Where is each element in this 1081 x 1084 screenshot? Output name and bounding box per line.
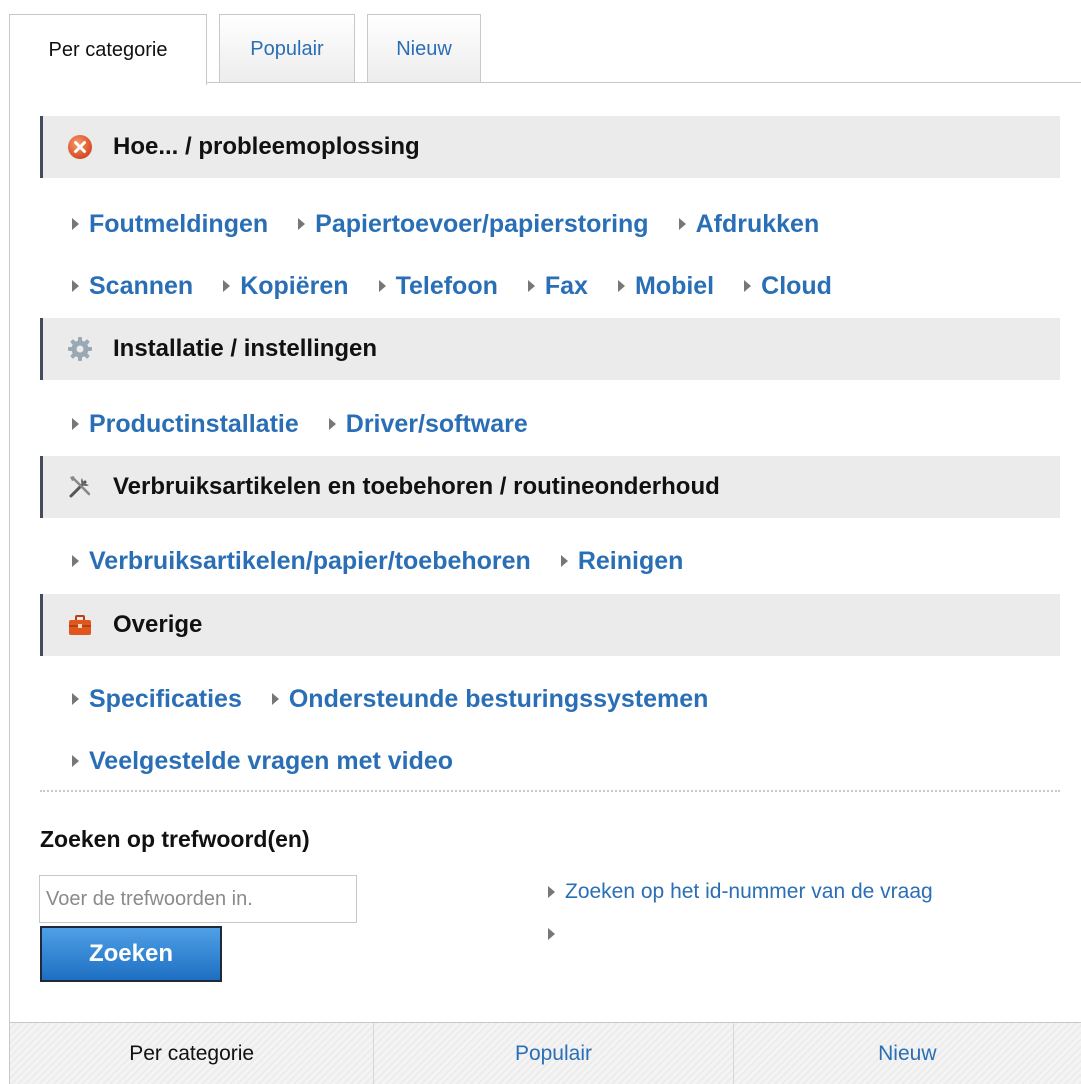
link-foutmeldingen[interactable]: Foutmeldingen	[72, 210, 268, 239]
arrow-right-icon	[560, 555, 568, 567]
content-border	[9, 84, 10, 1084]
arrow-right-icon	[527, 280, 535, 292]
tab-populair[interactable]: Populair	[219, 14, 355, 83]
arrow-right-icon	[72, 218, 79, 230]
arrow-right-icon	[72, 555, 79, 567]
link-afdrukken[interactable]: Afdrukken	[678, 210, 819, 239]
link-driver-software[interactable]: Driver/software	[328, 410, 528, 439]
section-title: Overige	[113, 611, 203, 638]
arrow-right-icon	[72, 693, 79, 705]
tab-nieuw[interactable]: Nieuw	[367, 14, 481, 83]
arrow-right-icon	[298, 218, 306, 230]
link-search-by-id[interactable]: Zoeken op het id-nummer van de vraag	[548, 880, 933, 904]
arrow-right-icon	[72, 280, 79, 292]
link-productinstallatie[interactable]: Productinstallatie	[72, 410, 299, 439]
toolbox-icon	[69, 615, 91, 635]
arrow-right-icon	[223, 280, 231, 292]
section-header-installation: Installatie / instellingen	[40, 318, 1060, 380]
link-kopieren[interactable]: Kopiëren	[223, 272, 349, 301]
link-row: Verbruiksartikelen/papier/toebehoren Rei…	[72, 541, 713, 581]
tab-bar: Per categorie Populair Nieuw	[0, 0, 1081, 85]
section-title: Verbruiksartikelen en toebehoren / routi…	[113, 473, 720, 500]
arrow-right-icon	[72, 755, 79, 767]
tab-divider	[207, 82, 1081, 83]
arrow-right-icon	[72, 418, 79, 430]
search-title: Zoeken op trefwoord(en)	[40, 826, 310, 852]
bottom-tab-bar: Per categorie Populair Nieuw	[10, 1022, 1081, 1084]
section-header-troubleshooting: Hoe... / probleemoplossing	[40, 116, 1060, 178]
section-header-overige: Overige	[40, 594, 1060, 656]
section-header-supplies: Verbruiksartikelen en toebehoren / routi…	[40, 456, 1060, 518]
link-mobiel[interactable]: Mobiel	[617, 272, 714, 301]
gear-icon	[68, 337, 92, 361]
link-row: Veelgestelde vragen met video	[72, 741, 483, 781]
search-input[interactable]	[39, 875, 357, 923]
section-title: Installatie / instellingen	[113, 335, 378, 362]
arrow-right-icon	[328, 418, 336, 430]
link-besturingssystemen[interactable]: Ondersteunde besturingssystemen	[271, 685, 708, 714]
arrow-right-icon	[678, 218, 686, 230]
link-empty[interactable]	[548, 928, 565, 940]
arrow-right-icon	[744, 280, 752, 292]
tab-per-categorie[interactable]: Per categorie	[9, 14, 207, 85]
link-telefoon[interactable]: Telefoon	[378, 272, 498, 301]
link-scannen[interactable]: Scannen	[72, 272, 193, 301]
link-verbruiksartikelen[interactable]: Verbruiksartikelen/papier/toebehoren	[72, 547, 531, 576]
arrow-right-icon	[271, 693, 279, 705]
link-row: Foutmeldingen Papiertoevoer/papierstorin…	[72, 204, 849, 244]
divider	[40, 790, 1060, 792]
link-fax[interactable]: Fax	[527, 272, 588, 301]
link-specificaties[interactable]: Specificaties	[72, 685, 242, 714]
link-cloud[interactable]: Cloud	[744, 272, 832, 301]
link-video-faq[interactable]: Veelgestelde vragen met video	[72, 747, 453, 776]
arrow-right-icon	[548, 928, 555, 940]
link-row: Specificaties Ondersteunde besturingssys…	[72, 679, 738, 719]
arrow-right-icon	[617, 280, 625, 292]
arrow-right-icon	[378, 280, 386, 292]
search-button[interactable]: Zoeken	[40, 926, 222, 982]
link-papiertoevoer[interactable]: Papiertoevoer/papierstoring	[298, 210, 649, 239]
error-icon	[68, 135, 92, 159]
link-reinigen[interactable]: Reinigen	[560, 547, 683, 576]
tools-icon	[69, 476, 91, 498]
bottom-tab-populair[interactable]: Populair	[374, 1023, 734, 1084]
arrow-right-icon	[548, 886, 555, 898]
bottom-tab-per-categorie[interactable]: Per categorie	[10, 1023, 375, 1084]
link-row: Scannen Kopiëren Telefoon Fax Mobiel Clo…	[72, 266, 862, 306]
bottom-tab-nieuw[interactable]: Nieuw	[734, 1023, 1081, 1084]
section-title: Hoe... / probleemoplossing	[113, 133, 420, 160]
link-row: Productinstallatie Driver/software	[72, 404, 558, 444]
